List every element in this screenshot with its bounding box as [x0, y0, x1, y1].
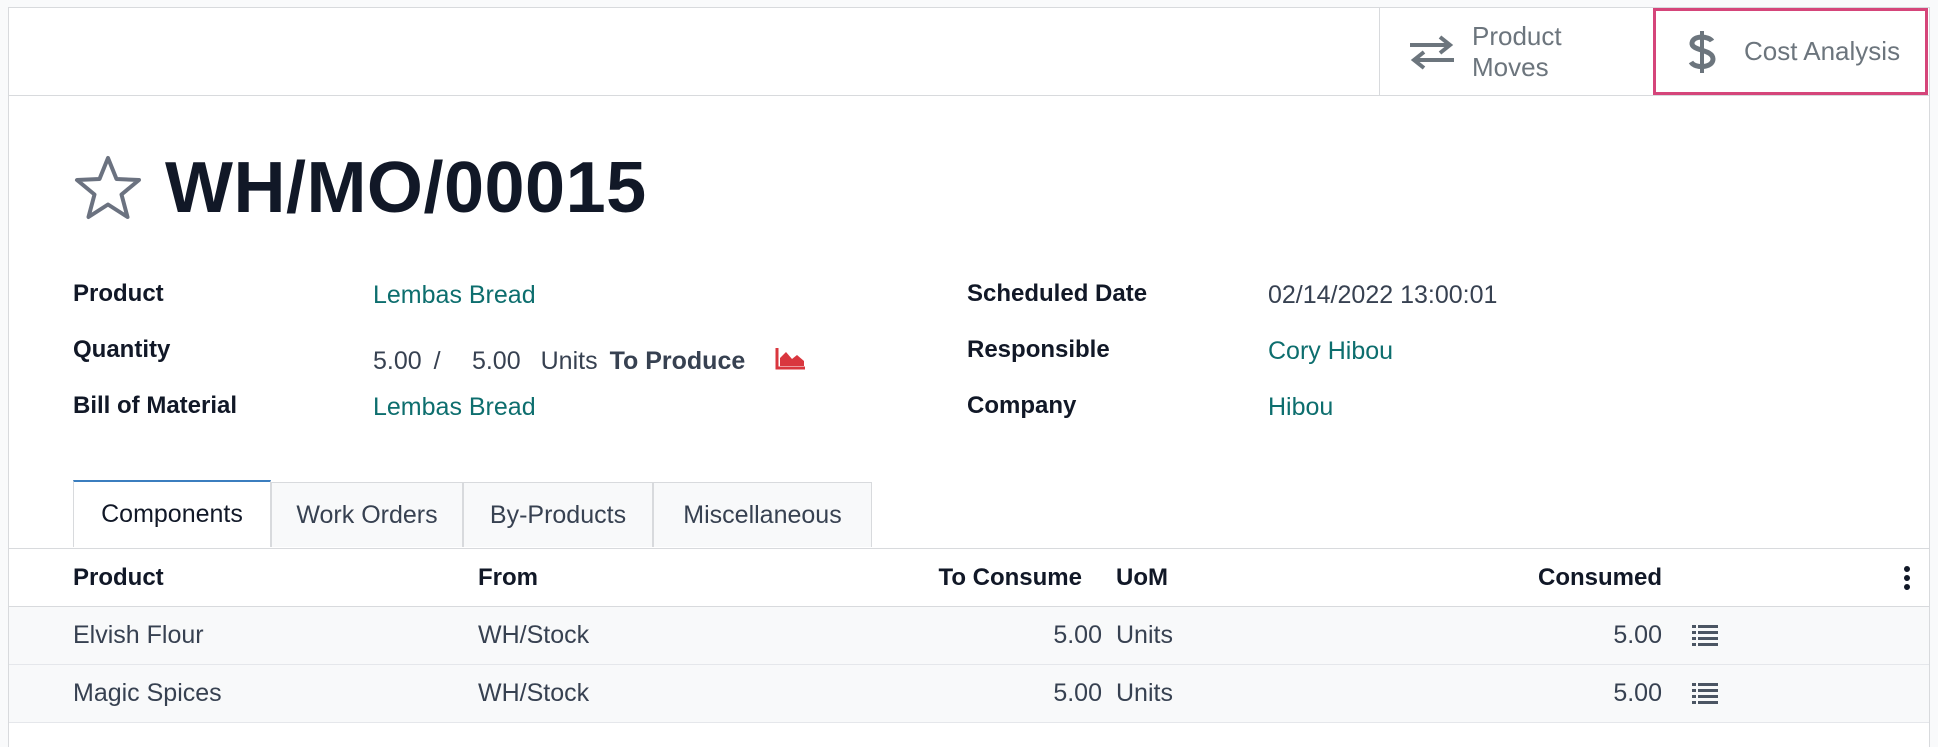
col-uom[interactable]: UoM: [1116, 549, 1168, 606]
bom-value[interactable]: Lembas Bread: [373, 393, 536, 422]
row-product: Elvish Flour: [73, 621, 204, 649]
tab-miscellaneous[interactable]: Miscellaneous: [653, 482, 872, 547]
tab-work-orders[interactable]: Work Orders: [271, 482, 463, 547]
cost-analysis-button[interactable]: Cost Analysis: [1653, 8, 1928, 95]
scheduled-date-value[interactable]: 02/14/2022 13:00:01: [1268, 281, 1497, 310]
col-from[interactable]: From: [478, 549, 538, 606]
company-value[interactable]: Hibou: [1268, 393, 1333, 422]
table-row[interactable]: Magic Spices WH/Stock 5.00 Units 5.00: [9, 665, 1929, 723]
form-sheet: Product Moves Cost Analysis WH/MO/00015 …: [8, 7, 1930, 747]
product-value[interactable]: Lembas Bread: [373, 281, 536, 310]
row-consumed: 5.00: [1613, 621, 1662, 649]
row-uom: Units: [1116, 621, 1173, 649]
col-to-consume[interactable]: To Consume: [769, 549, 1082, 606]
row-to-consume: 5.00: [1053, 679, 1102, 707]
company-label: Company: [967, 392, 1077, 419]
responsible-value[interactable]: Cory Hibou: [1268, 337, 1393, 366]
product-moves-button[interactable]: Product Moves: [1379, 8, 1653, 95]
quantity-value: 5.00 / 5.00 Units To Produce: [373, 346, 807, 377]
list-detail-icon[interactable]: [1692, 624, 1718, 646]
col-product[interactable]: Product: [73, 549, 164, 606]
col-consumed[interactable]: Consumed: [1309, 549, 1662, 606]
kebab-menu-icon[interactable]: [1903, 566, 1911, 590]
arrows-exchange-icon: [1404, 34, 1460, 70]
cost-analysis-label: Cost Analysis: [1744, 36, 1901, 66]
quantity-produced[interactable]: 5.00: [373, 347, 422, 376]
row-from: WH/Stock: [478, 679, 590, 707]
button-box: Product Moves Cost Analysis: [9, 8, 1929, 96]
to-produce-label: To Produce: [609, 347, 746, 375]
bom-label: Bill of Material: [73, 392, 238, 419]
notebook-tabs: Components Work Orders By-Products Misce…: [9, 480, 1929, 549]
product-label: Product: [73, 280, 164, 307]
row-uom: Units: [1116, 679, 1173, 707]
quantity-separator: /: [433, 347, 441, 375]
row-to-consume: 5.00: [1053, 621, 1102, 649]
quantity-uom[interactable]: Units: [541, 347, 598, 376]
row-consumed: 5.00: [1613, 679, 1662, 707]
record-name: WH/MO/00015: [165, 148, 647, 228]
table-row[interactable]: Elvish Flour WH/Stock 5.00 Units 5.00: [9, 607, 1929, 665]
list-detail-icon[interactable]: [1692, 682, 1718, 704]
row-product: Magic Spices: [73, 679, 222, 707]
responsible-label: Responsible: [967, 336, 1110, 363]
tab-by-products[interactable]: By-Products: [463, 482, 653, 547]
dollar-icon: [1682, 29, 1722, 75]
tab-components[interactable]: Components: [73, 480, 271, 547]
product-moves-label: Product Moves: [1472, 20, 1562, 82]
area-chart-icon[interactable]: [775, 346, 807, 377]
row-from: WH/Stock: [478, 621, 590, 649]
quantity-to-produce[interactable]: 5.00: [461, 347, 521, 376]
title-row: WH/MO/00015: [73, 148, 647, 228]
table-header: Product From To Consume UoM Consumed: [9, 549, 1929, 607]
quantity-label: Quantity: [73, 336, 171, 363]
scheduled-date-label: Scheduled Date: [967, 280, 1148, 307]
star-icon[interactable]: [73, 153, 143, 223]
